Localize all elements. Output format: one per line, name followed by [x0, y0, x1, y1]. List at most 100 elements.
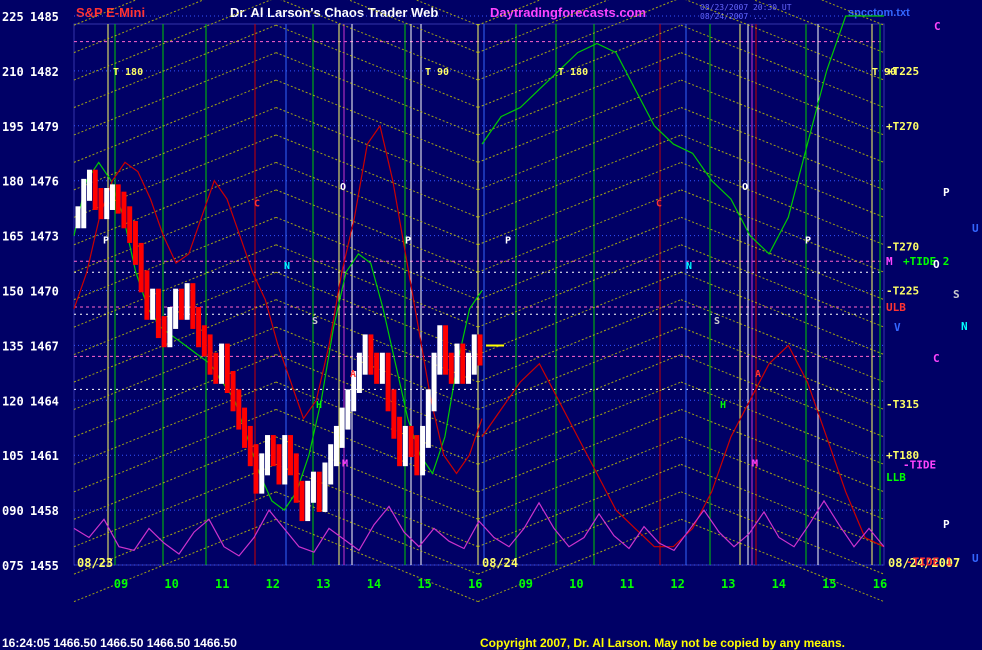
- x-tick-label: 11: [215, 577, 229, 591]
- planet-label: U: [972, 222, 979, 235]
- y-tick-left: 090: [2, 504, 24, 518]
- y-tick-left: 165: [2, 230, 24, 244]
- price-bar: [150, 288, 156, 320]
- y-tick-price: 1467: [30, 339, 59, 353]
- price-bar: [167, 306, 173, 348]
- price-bar: [104, 188, 110, 220]
- chaos-trader-chart: S&P E-Mini Dr. Al Larson's Chaos Trader …: [0, 0, 982, 650]
- price-bar: [132, 220, 138, 265]
- cycle-label: O: [340, 182, 346, 193]
- date-label: 08/23: [77, 556, 113, 570]
- cycle-label: P: [405, 235, 411, 246]
- price-bar: [276, 444, 282, 485]
- price-bar: [368, 334, 374, 375]
- price-bar: [236, 389, 242, 430]
- price-bar: [253, 444, 259, 494]
- cycle-label: M: [752, 459, 758, 470]
- price-bar: [437, 325, 443, 375]
- x-tick-label: 13: [721, 577, 735, 591]
- price-bar: [420, 425, 426, 476]
- price-bar: [305, 480, 311, 522]
- x-tick-label: 15: [822, 577, 836, 591]
- price-bar: [333, 425, 339, 467]
- price-bar: [144, 270, 150, 320]
- y-tick-left: 075: [2, 559, 24, 573]
- price-bar: [316, 471, 322, 512]
- level-label: +T225: [886, 65, 919, 78]
- copyright-line: Copyright 2007, Dr. Al Larson. May not b…: [480, 636, 845, 650]
- y-tick-left: 150: [2, 285, 24, 299]
- y-tick-price: 1458: [30, 504, 59, 518]
- y-tick-price: 1473: [30, 230, 59, 244]
- x-tick-label: 12: [266, 577, 280, 591]
- price-bar: [75, 206, 81, 229]
- price-bar: [293, 453, 299, 503]
- cycle-label: S: [714, 316, 720, 327]
- price-bar: [448, 352, 454, 384]
- x-tick-label: 13: [316, 577, 330, 591]
- y-tick-left: 180: [2, 175, 24, 189]
- y-tick-left: 210: [2, 65, 24, 79]
- price-bar: [247, 425, 253, 467]
- price-bar: [201, 325, 207, 357]
- price-bar: [356, 352, 362, 393]
- price-bar: [339, 407, 345, 448]
- price-bar: [431, 352, 437, 412]
- price-bar: [287, 435, 293, 476]
- price-bar: [265, 435, 271, 476]
- x-tick-label: 09: [114, 577, 128, 591]
- x-tick-label: 14: [367, 577, 381, 591]
- level-label: V: [894, 321, 901, 334]
- price-bar: [270, 435, 276, 467]
- y-tick-left: 135: [2, 339, 24, 353]
- planet-label: U: [972, 552, 979, 565]
- cycle-label: S: [312, 316, 318, 327]
- price-bar: [322, 462, 328, 512]
- price-bar: [374, 352, 380, 384]
- price-bar: [397, 416, 403, 467]
- x-tick-label: 12: [670, 577, 684, 591]
- price-bar: [190, 283, 196, 329]
- quote-line: 16:24:05 1466.50 1466.50 1466.50 1466.50: [2, 636, 237, 650]
- price-bar: [161, 316, 167, 348]
- price-bar: [408, 425, 414, 458]
- cycle-label: P: [505, 235, 511, 246]
- price-bar: [86, 169, 92, 201]
- price-bar: [282, 435, 288, 485]
- cycle-label: C: [254, 199, 260, 210]
- cycle-label: T 180: [558, 67, 588, 78]
- price-bar: [219, 343, 225, 384]
- price-bar: [207, 334, 213, 375]
- planet-label: S: [953, 288, 960, 301]
- price-bar: [460, 343, 466, 384]
- x-tick-label: 10: [164, 577, 178, 591]
- cycle-label: C: [656, 199, 662, 210]
- level-label: -T270: [886, 241, 919, 254]
- y-tick-price: 1485: [30, 10, 59, 24]
- chart-background: [0, 0, 982, 650]
- level-label: -TIDE: [903, 458, 936, 471]
- price-bar: [443, 325, 449, 375]
- x-tick-label: 16: [873, 577, 887, 591]
- symbol-title: S&P E-Mini: [76, 5, 145, 20]
- planet-label: C: [934, 20, 941, 33]
- price-bar: [138, 242, 144, 293]
- timestamp-line1: 08/23/2007 20:30 UT: [700, 3, 792, 12]
- cycle-label: N: [686, 261, 692, 272]
- price-bar: [109, 184, 115, 210]
- x-tick-label: 15: [417, 577, 431, 591]
- price-bar: [242, 407, 248, 448]
- price-bar: [213, 352, 219, 384]
- price-bar: [391, 389, 397, 439]
- price-bar: [178, 288, 184, 320]
- planet-label: N: [961, 320, 968, 333]
- cycle-label: T 90: [425, 67, 449, 78]
- price-bar: [402, 425, 408, 467]
- cycle-label: P: [103, 235, 109, 246]
- price-bar: [454, 343, 460, 384]
- site-link[interactable]: Daytradingforecasts.com: [490, 5, 646, 20]
- price-bar: [127, 206, 133, 243]
- price-bar: [98, 188, 104, 220]
- x-tick-label: 11: [620, 577, 634, 591]
- y-tick-price: 1464: [30, 394, 59, 408]
